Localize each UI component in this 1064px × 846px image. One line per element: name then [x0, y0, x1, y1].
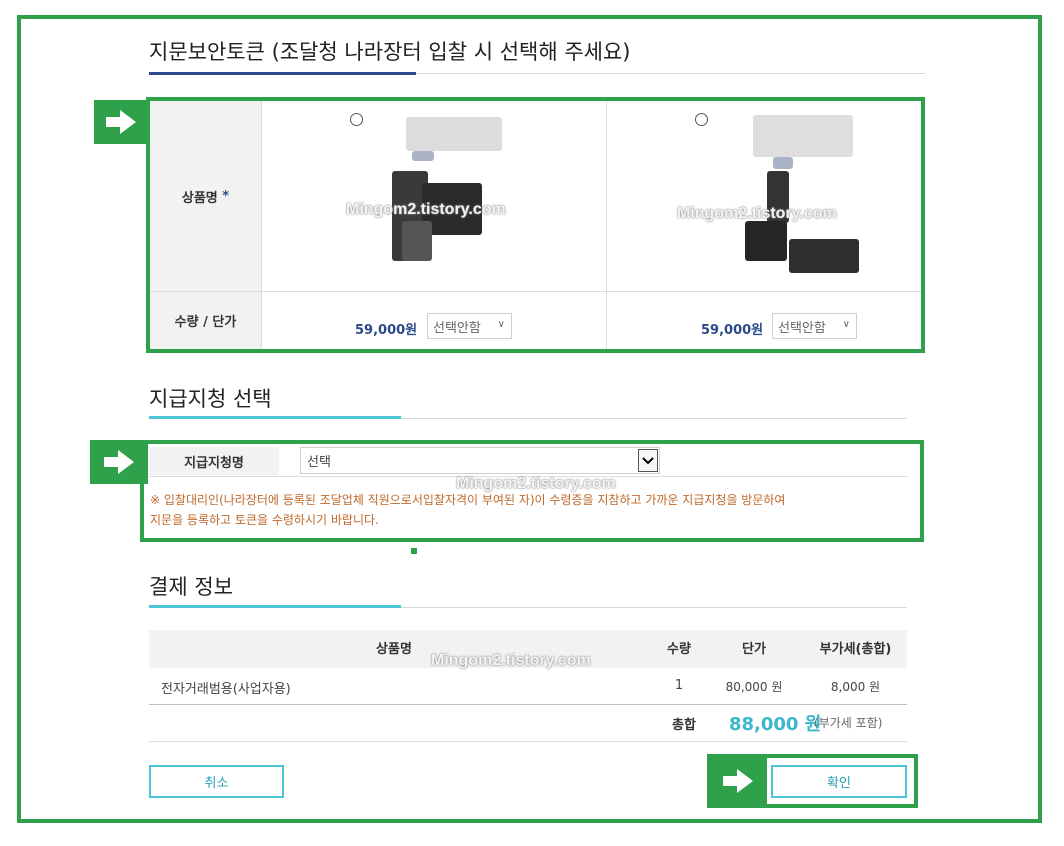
branch-notice: ※ 입찰대리인(나라장터에 등록된 조달업체 직원으로서입찰자격이 부여된 자)…: [150, 493, 786, 527]
total-label: 총합: [672, 718, 696, 733]
green-marker: [411, 548, 417, 554]
confirm-button[interactable]: 확인: [771, 765, 907, 798]
product-2-price: 59,000원: [701, 323, 764, 338]
dropdown-arrow-icon: [638, 449, 658, 472]
token-section-accent: [149, 72, 416, 75]
required-mark: *: [222, 188, 230, 204]
header-vat: 부가세(총합): [819, 642, 892, 657]
header-price: 단가: [742, 642, 766, 657]
header-qty: 수량: [667, 642, 691, 657]
total-amount: 88,000 원: [729, 714, 822, 735]
branch-section-accent: [149, 416, 401, 419]
product-1-price: 59,000원: [355, 323, 418, 338]
cancel-button[interactable]: 취소: [149, 765, 284, 798]
watermark-product-2: Mingom2.tistory.com: [677, 205, 837, 222]
product-1-qty-select[interactable]: 선택안함 ∨: [427, 313, 512, 339]
chevron-down-icon: ∨: [842, 319, 850, 330]
branch-section-title: 지급지청 선택: [149, 387, 272, 411]
payment-table: 상품명 수량 단가 부가세(총합) Mingom2.tistory.com 전자…: [149, 630, 907, 742]
branch-select[interactable]: 선택: [300, 447, 660, 474]
product-table: 상품명 * 수량 / 단가 Mingom2.tistory.com Mingom…: [150, 101, 921, 349]
product-2-radio[interactable]: [695, 113, 708, 126]
row-qty: 1: [674, 678, 684, 693]
row-vat: 8,000 원: [830, 680, 881, 694]
arrow-right-icon: [94, 100, 148, 144]
product-1-image: [392, 111, 622, 271]
chevron-down-icon: ∨: [497, 319, 505, 330]
row-product-name: 전자거래범용(사업자용): [161, 682, 291, 697]
watermark-product-1: Mingom2.tistory.com: [346, 201, 506, 218]
product-option-2[interactable]: Mingom2.tistory.com: [607, 101, 921, 291]
product-2-image: [737, 111, 917, 276]
product-2-qty-select[interactable]: 선택안함 ∨: [772, 313, 857, 339]
branch-name-label: 지급지청명: [149, 447, 279, 475]
product-1-radio[interactable]: [350, 113, 363, 126]
total-note: (부가세 포함): [814, 716, 883, 730]
row-price: 80,000 원: [725, 680, 783, 694]
payment-section-title: 결제 정보: [149, 575, 233, 599]
product-name-label: 상품명 *: [181, 188, 230, 206]
watermark-payment: Mingom2.tistory.com: [431, 652, 591, 669]
product-option-1[interactable]: Mingom2.tistory.com: [262, 101, 606, 291]
payment-section-accent: [149, 605, 401, 608]
qty-price-label: 수량 / 단가: [174, 315, 237, 330]
token-section-title: 지문보안토큰 (조달청 나라장터 입찰 시 선택해 주세요): [149, 40, 631, 64]
